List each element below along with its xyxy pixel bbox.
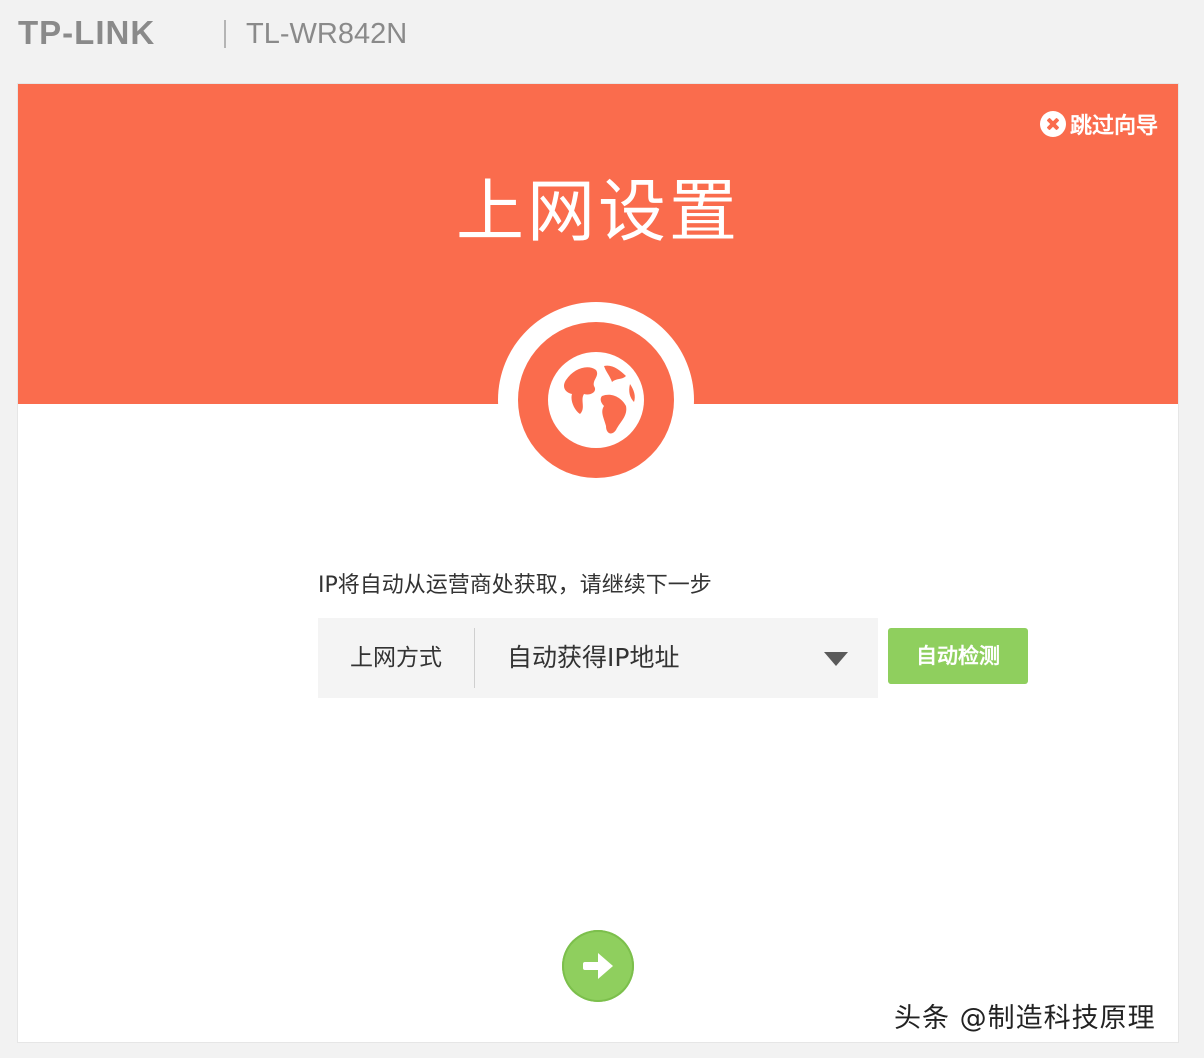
- connection-type-field: 上网方式 自动获得IP地址: [318, 618, 878, 698]
- header-divider: [224, 20, 226, 48]
- hint-text: IP将自动从运营商处获取，请继续下一步: [318, 573, 712, 598]
- skip-wizard-button[interactable]: 跳过向导: [1039, 108, 1158, 140]
- close-circle-icon: [1039, 111, 1066, 137]
- top-bar: TP-LINK TL-WR842N: [0, 0, 1204, 72]
- auto-detect-button[interactable]: 自动检测: [888, 628, 1028, 684]
- model-name: TL-WR842N: [246, 18, 408, 50]
- chevron-down-icon: [824, 652, 848, 666]
- brand-logo: TP-LINK: [18, 14, 156, 51]
- connection-type-label: 上网方式: [350, 645, 442, 671]
- next-step-button[interactable]: [562, 930, 634, 1002]
- arrow-right-icon: [583, 953, 613, 979]
- connection-type-value: 自动获得IP地址: [507, 643, 680, 672]
- connection-type-select[interactable]: 自动获得IP地址: [475, 618, 878, 698]
- globe-icon: [518, 322, 674, 478]
- setup-wizard-card: 跳过向导 上网设置 IP将自动从运营商处获取，请继续下一步 上网方式 自动获得I…: [18, 84, 1178, 1042]
- skip-wizard-label: 跳过向导: [1069, 114, 1158, 139]
- watermark: 头条 @制造科技原理: [894, 1003, 1156, 1034]
- page-title: 上网设置: [455, 173, 740, 252]
- globe-badge: [498, 302, 694, 498]
